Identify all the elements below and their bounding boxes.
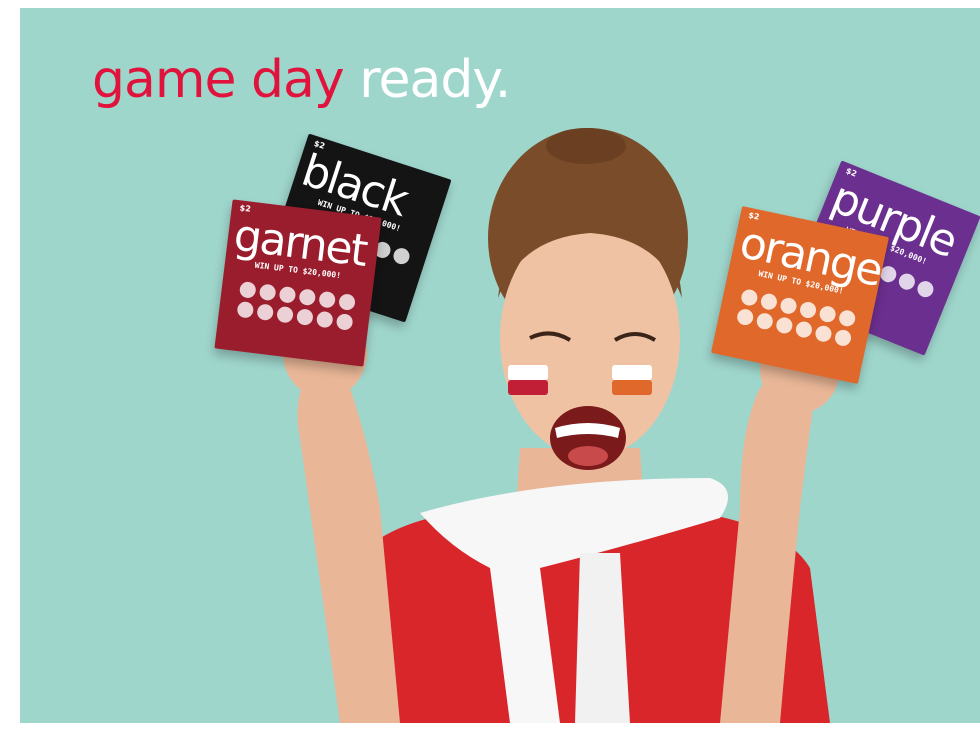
symbol-grid <box>735 288 861 348</box>
ticket-orange: $2 orange WIN UP TO $20,000! <box>711 206 889 384</box>
ticket-garnet: $2 garnet WIN UP TO $20,000! <box>214 199 382 367</box>
symbol-grid <box>236 281 359 331</box>
ad-banner: game day ready. $2 black WIN UP $20,000!… <box>20 8 980 723</box>
